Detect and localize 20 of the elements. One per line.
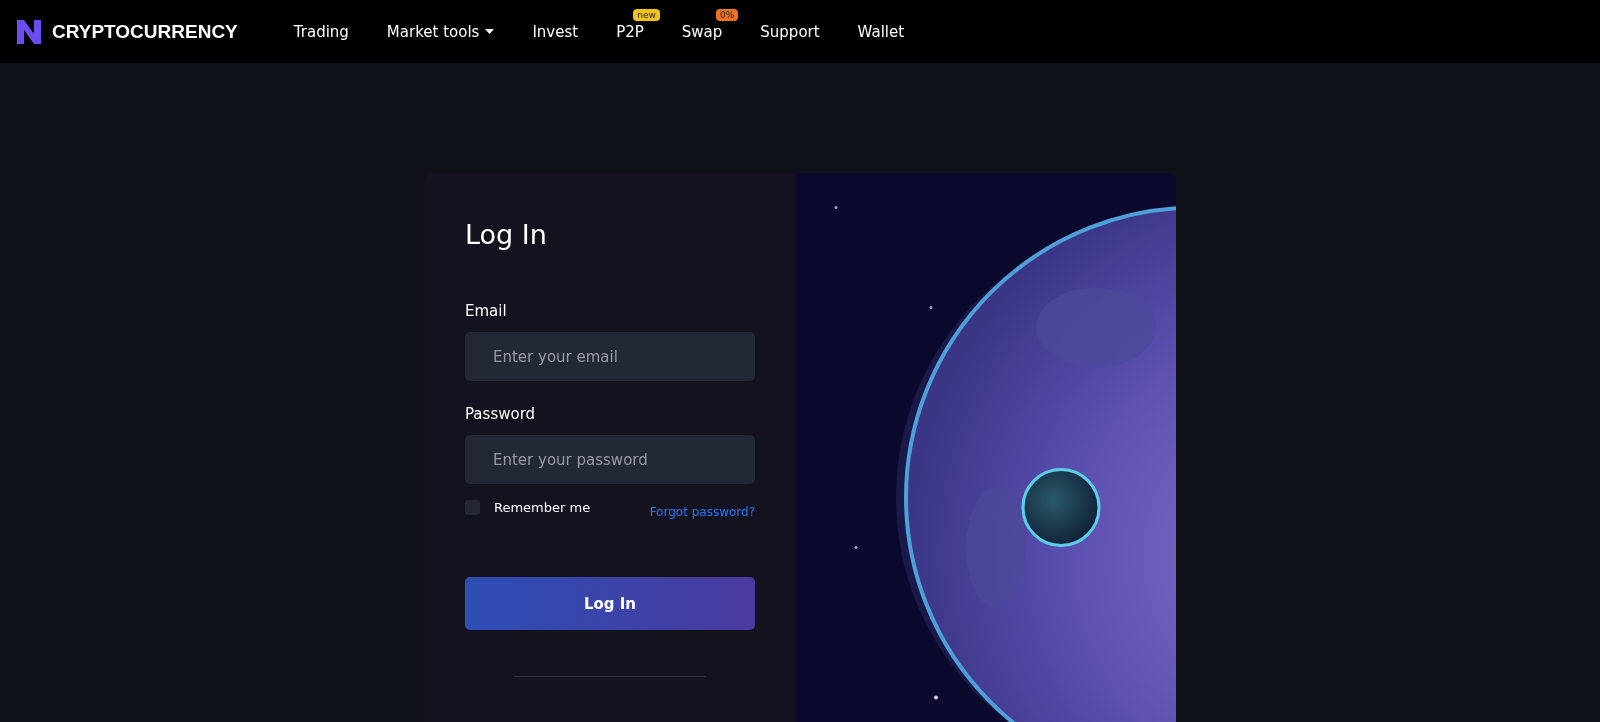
login-button[interactable]: Log In	[465, 577, 755, 630]
nav-link[interactable]: Support	[760, 22, 820, 41]
nav-link[interactable]: P2P	[616, 22, 644, 41]
field-label: Password	[465, 405, 536, 423]
nav-badge: new	[633, 8, 660, 21]
nav-link[interactable]: Market tools	[386, 22, 495, 41]
checkbox-label: Remember me	[494, 500, 591, 515]
logo-icon[interactable]	[16, 18, 42, 45]
field-label: Email	[465, 302, 507, 320]
brand-name[interactable]: CRYPTOCURRENCY	[52, 20, 238, 43]
caret-icon	[485, 29, 495, 34]
nav-link[interactable]: Trading	[293, 22, 349, 41]
input-field[interactable]: Enter your password	[465, 435, 755, 484]
nav-link[interactable]: Invest	[532, 22, 579, 41]
forgot-password-link[interactable]: Forgot password?	[649, 505, 755, 519]
nav-badge: 0%	[716, 8, 739, 21]
nav-link[interactable]: Swap	[681, 22, 723, 41]
input-field[interactable]: Enter your email	[465, 332, 755, 381]
login-title: Log In	[465, 219, 548, 250]
nav-link[interactable]: Wallet	[857, 22, 905, 41]
